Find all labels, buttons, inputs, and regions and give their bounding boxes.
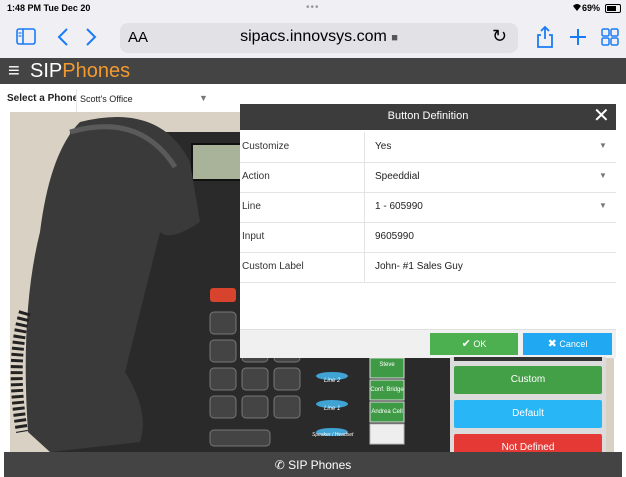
- close-icon[interactable]: ✕: [593, 105, 610, 127]
- phone-select-label: Select a Phone: [7, 93, 79, 104]
- wifi-icon: [572, 3, 582, 14]
- status-time: 1:48 PM Tue Dec 20: [7, 3, 91, 13]
- chevron-down-icon: ▼: [599, 141, 607, 150]
- reload-icon[interactable]: ↻: [492, 26, 507, 47]
- custom-label-field[interactable]: John- #1 Sales Guy: [364, 252, 617, 282]
- app-header: ≡ SIPPhones: [0, 58, 626, 84]
- phone-select-value: Scott's Office: [80, 94, 133, 104]
- line-select[interactable]: 1 - 605990 ▼: [364, 192, 617, 222]
- customize-value: Yes: [375, 141, 392, 152]
- browser-toolbar: AA sipacs.innovsys.com ■ ↻: [0, 20, 626, 58]
- ok-button[interactable]: ✔ OK: [430, 333, 518, 355]
- url-value: sipacs.innovsys.com: [240, 28, 387, 45]
- more-dots-icon[interactable]: •••: [306, 2, 320, 13]
- x-icon: ✖: [547, 338, 557, 350]
- chevron-down-icon: ▼: [199, 93, 208, 103]
- action-label: Action: [242, 171, 270, 182]
- custom-label-label: Custom Label: [242, 261, 304, 272]
- cancel-button[interactable]: ✖ Cancel: [523, 333, 612, 355]
- dialog-title: Button Definition: [387, 110, 469, 122]
- forward-icon[interactable]: [85, 27, 97, 52]
- footer-link[interactable]: ✆ SIP Phones: [4, 458, 622, 472]
- ok-label: OK: [473, 339, 487, 349]
- new-tab-icon[interactable]: [569, 28, 587, 51]
- address-bar[interactable]: AA sipacs.innovsys.com ■ ↻: [120, 23, 518, 53]
- row-custom-label: Custom Label John- #1 Sales Guy: [240, 252, 616, 283]
- line-label: Line: [242, 201, 261, 212]
- button-definition-dialog: Button Definition ✕ Customize Yes ▼ Acti…: [240, 104, 616, 358]
- andrea-key-label: Andrea Cell: [371, 409, 402, 415]
- battery-percent: 69%: [582, 3, 601, 13]
- line-value: 1 - 605990: [375, 201, 423, 212]
- brand-phones: Phones: [62, 60, 131, 82]
- check-icon: ✔: [461, 338, 471, 350]
- speaker-key-label: Speaker / Headset: [312, 432, 354, 438]
- row-line: Line 1 - 605990 ▼: [240, 192, 616, 223]
- footer-bar: ✆ SIP Phones: [4, 452, 622, 477]
- custom-button[interactable]: Custom: [454, 366, 602, 394]
- input-value: 9605990: [375, 231, 414, 242]
- status-bar: 1:48 PM Tue Dec 20 ••• 69%: [0, 0, 626, 20]
- share-icon[interactable]: [536, 25, 554, 54]
- battery-icon: [605, 4, 621, 13]
- custom-label-value: John- #1 Sales Guy: [375, 261, 463, 272]
- cancel-label: Cancel: [559, 339, 588, 349]
- action-value: Speeddial: [375, 171, 420, 182]
- conf-key-label: Conf. Bridge: [370, 387, 404, 393]
- panel-top-strip: [454, 357, 602, 361]
- steve-key-label: Steve: [379, 362, 395, 368]
- row-customize: Customize Yes ▼: [240, 132, 616, 163]
- footer-label: SIP Phones: [288, 458, 352, 472]
- app-logo[interactable]: SIPPhones: [30, 60, 130, 82]
- back-icon[interactable]: [57, 27, 69, 52]
- action-select[interactable]: Speeddial ▼: [364, 162, 617, 192]
- tabs-overview-icon[interactable]: [601, 28, 619, 51]
- chevron-down-icon: ▼: [599, 201, 607, 210]
- url-text[interactable]: sipacs.innovsys.com ■: [120, 28, 518, 46]
- hamburger-menu-icon[interactable]: ≡: [8, 60, 20, 82]
- line1-key-label: Line 1: [324, 406, 340, 412]
- row-action: Action Speeddial ▼: [240, 162, 616, 193]
- dialog-titlebar: Button Definition ✕: [240, 104, 616, 130]
- default-button[interactable]: Default: [454, 400, 602, 428]
- input-field[interactable]: 9605990: [364, 222, 617, 252]
- brand-sip: SIP: [30, 60, 63, 82]
- lock-icon: ■: [391, 32, 398, 44]
- sidebar-icon[interactable]: [16, 28, 36, 50]
- button-type-panel: Custom Default Not Defined: [450, 357, 606, 462]
- phone-icon: ✆: [274, 458, 285, 472]
- input-label: Input: [242, 231, 265, 242]
- row-input: Input 9605990: [240, 222, 616, 253]
- customize-select[interactable]: Yes ▼: [364, 132, 617, 162]
- customize-label: Customize: [242, 141, 290, 152]
- chevron-down-icon: ▼: [599, 171, 607, 180]
- dialog-button-bar: ✔ OK ✖ Cancel: [240, 329, 616, 358]
- line2-key-label: Line 2: [324, 378, 341, 384]
